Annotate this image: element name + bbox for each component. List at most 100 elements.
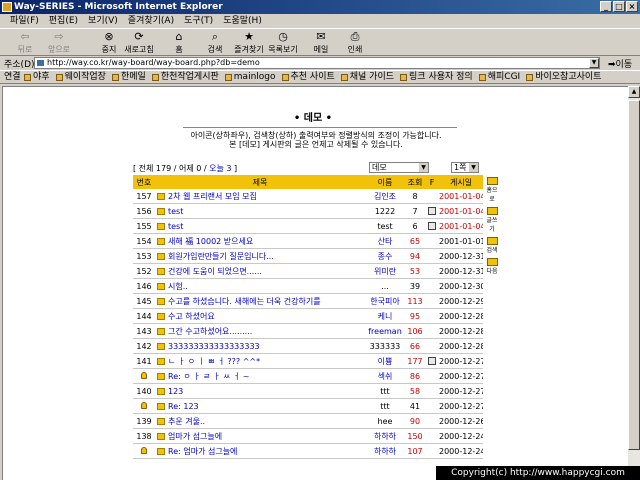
scroll-thumb[interactable] [628, 100, 640, 450]
category-select[interactable]: 데모 ▼ [369, 162, 429, 173]
link-item[interactable]: 웨이작업장 [55, 71, 106, 83]
column-header: 게시일 [439, 175, 483, 189]
post-subject-link[interactable]: 추운 겨울.. [155, 413, 365, 429]
link-item[interactable]: 해피CGI [478, 71, 520, 83]
board-title: • 데모 • [293, 113, 333, 124]
side-icon-button[interactable]: 홈으로 [485, 177, 499, 203]
window-title: Way-SERIES - Microsoft Internet Explorer [14, 2, 223, 12]
post-subject-link[interactable]: ㄴ ㅏ ㅇ ㅣ ㅃ ㅓ ??? ^^* [155, 353, 365, 369]
toolbar-button[interactable]: ⌂ 홈 [164, 31, 194, 55]
menu-item[interactable]: 즐겨찾기(A) [128, 14, 174, 28]
toolbar-button[interactable]: ✉ 메일 [306, 31, 336, 55]
minimize-button[interactable]: _ [600, 1, 612, 12]
refresh-icon: ⟳ [134, 30, 144, 43]
post-file[interactable] [425, 353, 439, 369]
menu-item[interactable]: 파일(F) [10, 14, 39, 28]
post-subject-link[interactable]: test [155, 218, 365, 234]
column-header: 번호 [133, 175, 155, 189]
link-item[interactable]: mainlogo [224, 71, 276, 83]
link-item[interactable]: 한메일 [111, 71, 146, 83]
post-file [425, 383, 439, 399]
attachment-icon[interactable] [428, 356, 436, 365]
post-views: 53 [405, 263, 425, 279]
post-subject-link[interactable]: Re: ㅇ ㅏ ㄹ ㅏ ㅆ ㅓ ~ [155, 368, 365, 384]
post-subject-link[interactable]: Re: 엄마가 섬그늘에 [155, 443, 365, 459]
post-subject-link[interactable]: Re: 123 [155, 398, 365, 414]
post-views: 66 [405, 338, 425, 354]
link-item[interactable]: 바이오참고사이트 [526, 71, 601, 83]
scroll-up-button[interactable]: ▲ [628, 86, 640, 98]
toolbar-button[interactable]: ⟳ 새로고침 [124, 31, 154, 55]
menu-item[interactable]: 도구(T) [184, 14, 213, 28]
post-subject-link[interactable]: 건강에 도움이 되었으면...... [155, 263, 365, 279]
link-item[interactable]: 한천작업게시판 [151, 71, 219, 83]
post-subject-link[interactable]: 새해 福 10002 받으세요 [155, 233, 365, 249]
post-arrow-icon [157, 192, 165, 200]
post-views: 113 [405, 293, 425, 309]
page-viewport: • 데모 • 아이콘(상하좌우), 검색창(상하) 출력여부와 정렬방식의 조정… [2, 86, 628, 480]
favorites-icon: ★ [244, 30, 254, 43]
post-subject-link[interactable]: 시험.. [155, 278, 365, 294]
page-select[interactable]: 1쪽 ▼ [451, 162, 479, 173]
today-count-link[interactable]: 오늘 3 [209, 164, 231, 173]
go-button[interactable]: ➡이동 [608, 57, 632, 70]
toolbar-button[interactable]: ⇨ 앞으로 [44, 31, 74, 55]
post-subject-link[interactable]: 수고 하셨어요 [155, 308, 365, 324]
link-item[interactable]: 추천 사이트 [281, 71, 335, 83]
address-input[interactable]: http://way.co.kr/way-board/way-board.php… [34, 57, 600, 69]
menu-item[interactable]: 편집(E) [49, 14, 78, 28]
post-subject-link[interactable]: 2차 웹 프리랜서 모임 모집 [155, 189, 365, 204]
history-icon: ◷ [278, 30, 288, 43]
reply-bulb-icon [141, 401, 147, 409]
post-date: 2000-12-27 [439, 353, 483, 369]
post-subject-link[interactable]: 333333333333333333 [155, 338, 365, 354]
post-views: 41 [405, 398, 425, 414]
post-subject-link[interactable]: 회원가입란만들기 질문입니다... [155, 248, 365, 264]
post-subject-link[interactable]: 엄마가 섬그늘에 [155, 428, 365, 444]
post-subject-link[interactable]: 수고를 하셨습니다. 새해에는 더욱 건강하기를 [155, 293, 365, 309]
window-titlebar[interactable]: Way-SERIES - Microsoft Internet Explorer… [0, 0, 640, 14]
post-views: 39 [405, 278, 425, 294]
toolbar-button[interactable]: ⊗ 중지 [94, 31, 124, 55]
attachment-icon[interactable] [428, 221, 436, 230]
table-row: 139 추운 겨울.. hee 90 2000-12-26 [133, 413, 483, 429]
side-icon-button[interactable]: 글쓰기 [485, 207, 499, 233]
link-item[interactable]: 채널 가이드 [340, 71, 394, 83]
search-icon: ⌕ [211, 30, 219, 43]
address-url: http://way.co.kr/way-board/way-board.php… [47, 58, 260, 67]
post-file[interactable] [425, 218, 439, 234]
post-subject-link[interactable]: 그간 수고하셨어요......... [155, 323, 365, 339]
table-row: 138 엄마가 섬그늘에 하하하 150 2000-12-24 [133, 428, 483, 444]
post-subject-link[interactable]: 123 [155, 383, 365, 399]
post-date: 2000-12-31 [439, 263, 483, 279]
post-author: 위미란 [365, 263, 405, 279]
maximize-button[interactable]: □ [613, 1, 625, 12]
post-arrow-icon [157, 342, 165, 350]
attachment-icon[interactable] [428, 206, 436, 215]
address-dropdown-button[interactable]: ▼ [589, 58, 599, 68]
toolbar-button[interactable]: ⎙ 인쇄 [340, 31, 370, 55]
menu-item[interactable]: 도움말(H) [223, 14, 262, 28]
next-page-icon [486, 258, 498, 266]
toolbar-button[interactable]: ◷ 목록보기 [268, 31, 298, 55]
toolbar-button[interactable]: ⌕ 검색 [200, 31, 230, 55]
links-label: 연결 [4, 72, 21, 82]
side-icon-button[interactable]: 검색 [485, 237, 499, 254]
link-item[interactable]: 링크 사용자 정의 [400, 71, 473, 83]
post-file [425, 443, 439, 459]
close-button[interactable]: × [626, 1, 638, 12]
post-file[interactable] [425, 203, 439, 219]
menu-item[interactable]: 보기(V) [88, 14, 118, 28]
link-item[interactable]: 야후 [24, 71, 50, 83]
vertical-scrollbar[interactable]: ▲ ▼ [628, 86, 640, 480]
toolbar-button[interactable]: ⇦ 뒤로 [10, 31, 40, 55]
post-number: 153 [133, 248, 155, 264]
post-subject-link[interactable]: test [155, 203, 365, 219]
toolbar-button[interactable]: ★ 즐겨찾기 [234, 31, 264, 55]
side-icon-button[interactable]: 다음 [485, 258, 499, 275]
table-row: 141 ㄴ ㅏ ㅇ ㅣ ㅃ ㅓ ??? ^^* 이쁑 177 2000-12-27 [133, 353, 483, 369]
post-arrow-icon [157, 357, 165, 365]
title-divider [183, 127, 457, 128]
post-views: 107 [405, 443, 425, 459]
post-views: 177 [405, 353, 425, 369]
